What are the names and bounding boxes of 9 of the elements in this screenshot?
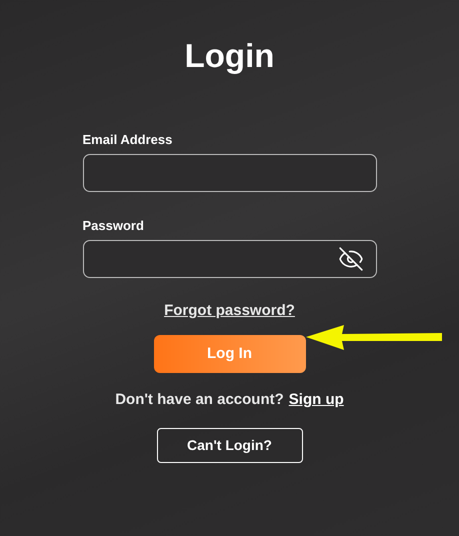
input-field[interactable] [82, 154, 376, 192]
cant-login-button[interactable]: Can't Login? [156, 428, 302, 463]
signup-prompt: Don't have an account? [115, 390, 284, 410]
page-title: Login [184, 36, 274, 76]
input-field[interactable] [82, 240, 376, 278]
signup-link[interactable]: Sign up [288, 390, 344, 410]
field-label: Password [82, 218, 145, 234]
field-label: Email Address [82, 132, 174, 148]
forgot-password-link[interactable]: Forgot password? [164, 301, 295, 321]
